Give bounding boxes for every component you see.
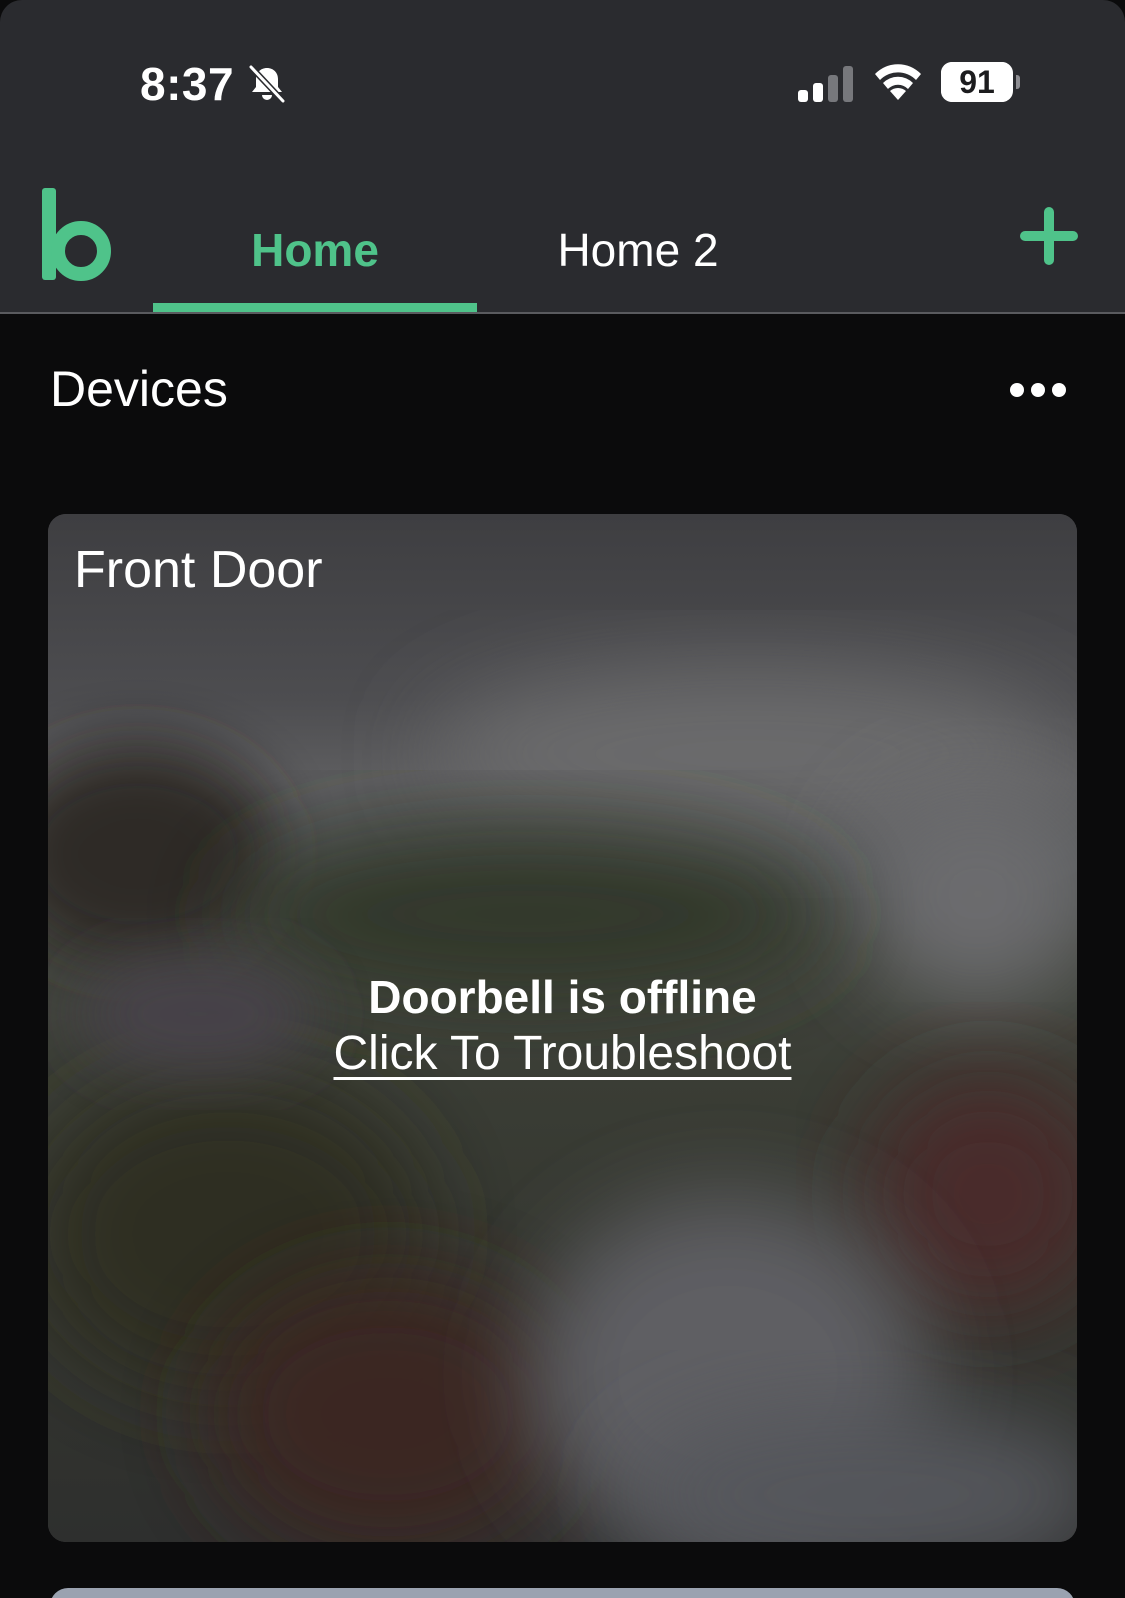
battery-cap xyxy=(1016,75,1020,89)
troubleshoot-link[interactable]: Click To Troubleshoot xyxy=(48,1026,1077,1081)
header-divider xyxy=(0,312,1125,314)
active-tab-indicator xyxy=(153,303,477,312)
status-time: 8:37 xyxy=(140,58,235,110)
bell-off-icon xyxy=(248,64,286,104)
app-screen: 8:37 91 Home Home 2 Devices Front Door D… xyxy=(0,0,1125,1598)
device-name: Front Door xyxy=(74,541,323,599)
add-icon[interactable] xyxy=(1018,205,1080,267)
app-header: 8:37 91 Home Home 2 xyxy=(0,0,1125,312)
more-options-icon[interactable] xyxy=(1008,372,1068,408)
devices-title: Devices xyxy=(50,361,228,417)
tab-home[interactable]: Home xyxy=(153,222,477,278)
battery-percent: 91 xyxy=(959,64,995,100)
battery-body: 91 xyxy=(941,62,1013,102)
wifi-icon xyxy=(875,64,921,100)
battery-indicator: 91 xyxy=(941,62,1020,102)
signal-icon xyxy=(798,66,853,102)
tab-home-2[interactable]: Home 2 xyxy=(490,222,786,278)
device-card-front-door[interactable]: Front Door Doorbell is offline Click To … xyxy=(48,514,1077,1542)
device-card-next-peek[interactable] xyxy=(50,1588,1075,1598)
device-status-text: Doorbell is offline xyxy=(368,971,757,1023)
app-logo xyxy=(42,188,111,281)
